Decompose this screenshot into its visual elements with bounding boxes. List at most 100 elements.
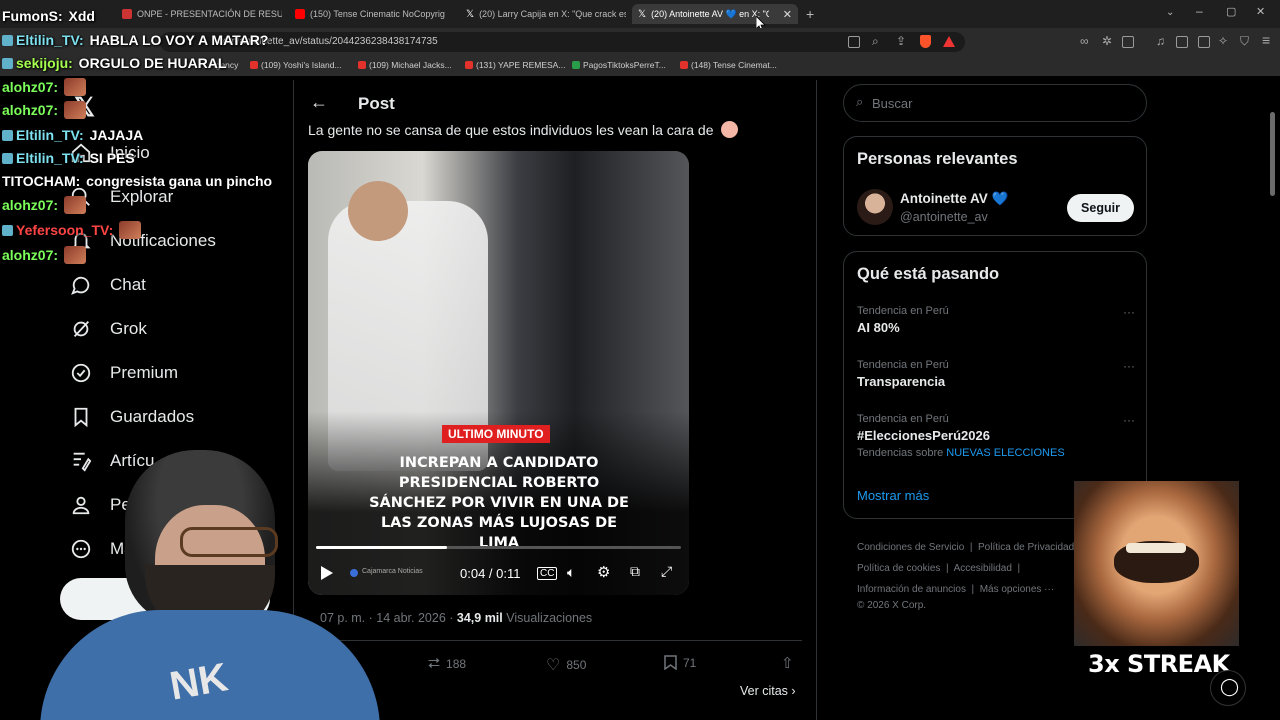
captions-icon[interactable]: CC xyxy=(537,567,558,580)
pip-icon[interactable]: ⧉ xyxy=(630,563,640,580)
more-options-icon[interactable]: ··· xyxy=(1123,305,1135,319)
nav-grok[interactable]: Grok xyxy=(70,318,147,340)
tab-larry[interactable]: 𝕏 (20) Larry Capija en X: "Que crack es xyxy=(466,4,626,24)
wallet2-icon[interactable] xyxy=(1198,36,1210,48)
browser-tab-bar: ONPE - PRESENTACIÓN DE RESULTA (150) Ten… xyxy=(0,0,1280,32)
chat-emote-icon xyxy=(64,196,87,214)
chat-badge-icon xyxy=(2,225,13,236)
trend-item[interactable]: Tendencia en Perú Transparencia ··· xyxy=(857,359,1137,389)
repost-icon: ⮂ xyxy=(428,655,441,672)
chat-text: HABLA LO VOY A MATAR? xyxy=(85,32,269,48)
chat-text: JAJAJA xyxy=(85,127,144,143)
trend-item[interactable]: Tendencia en Perú #EleccionesPerú2026 Te… xyxy=(857,413,1137,459)
avatar[interactable] xyxy=(857,189,893,225)
trend-context: Tendencia en Perú xyxy=(857,305,949,317)
youtube-icon xyxy=(680,61,688,69)
chat-message: alohz07: xyxy=(2,78,87,96)
tab-youtube[interactable]: (150) Tense Cinematic NoCopyrig xyxy=(295,4,445,24)
menu-icon[interactable]: ≡ xyxy=(1262,32,1270,48)
footer-link[interactable]: Política de Privacidad xyxy=(978,542,1074,553)
share-icon[interactable]: ⇧ xyxy=(781,654,794,672)
views-count: 34,9 mil xyxy=(456,611,503,625)
chat-text: Xdd xyxy=(64,8,95,24)
trend-name: Transparencia xyxy=(857,374,946,389)
zoom-icon[interactable]: ⌕ xyxy=(872,34,879,49)
relevant-people-title: Personas relevantes xyxy=(857,150,1018,168)
minimize-icon[interactable]: – xyxy=(1196,4,1203,18)
chat-message: Eltilin_TV: SI PES xyxy=(2,150,135,166)
fullscreen-icon[interactable]: ⤢ xyxy=(661,563,672,580)
brave-rewards-icon[interactable] xyxy=(943,36,955,47)
follow-button[interactable]: Seguir xyxy=(1067,194,1134,222)
nav-premium[interactable]: Premium xyxy=(70,362,178,384)
screenshot-icon[interactable] xyxy=(848,36,860,48)
view-quotes-link[interactable]: Ver citas › xyxy=(740,684,796,698)
chat-badge-icon xyxy=(2,153,13,164)
brave-shield-icon[interactable] xyxy=(920,35,931,48)
tab-onpe[interactable]: ONPE - PRESENTACIÓN DE RESULTA xyxy=(122,4,282,24)
search-box[interactable]: ⌕ Buscar xyxy=(843,84,1147,122)
tab-label: (20) Larry Capija en X: "Que crack es xyxy=(479,9,626,19)
bookmark-label: (131) YAPE REMESA... xyxy=(476,60,566,70)
nav-label: Guardados xyxy=(110,407,195,426)
scrollbar-thumb[interactable] xyxy=(1270,112,1275,196)
sidebar-icon[interactable] xyxy=(1176,36,1188,48)
bookmark-item[interactable]: (148) Tense Cinemat... xyxy=(680,60,777,70)
settings-gear-icon[interactable]: ⚙ xyxy=(597,563,610,581)
chat-text: SI PES xyxy=(85,150,135,166)
bookmark-item[interactable]: PagosTiktoksPerreT... xyxy=(572,60,666,70)
close-window-icon[interactable]: ✕ xyxy=(1256,5,1265,18)
extensions-puzzle-icon[interactable]: ✲ xyxy=(1102,34,1112,48)
footer-link[interactable]: Información de anuncios xyxy=(857,584,966,595)
youtube-icon xyxy=(358,61,366,69)
tab-antoinette[interactable]: 𝕏 (20) Antoinette AV 💙 en X: "Qu ✕ xyxy=(632,4,798,24)
close-tab-icon[interactable]: ✕ xyxy=(783,8,792,21)
bookmark-button[interactable]: 71 xyxy=(664,655,696,670)
nav-label: Explorar xyxy=(110,187,174,206)
trend-item[interactable]: Tendencia en Perú AI 80% ··· xyxy=(857,305,1137,335)
wallet-icon[interactable] xyxy=(1122,36,1134,48)
more-options-icon[interactable]: ··· xyxy=(1123,413,1135,427)
footer-link[interactable]: Accesibilidad xyxy=(954,563,1012,574)
new-tab-icon[interactable]: + xyxy=(806,6,814,22)
nav-label: Premium xyxy=(110,363,179,382)
messages-fab[interactable]: ◯ xyxy=(1210,670,1246,706)
bookmark-item[interactable]: (131) YAPE REMESA... xyxy=(465,60,565,70)
leo-ai-icon[interactable]: ✧ xyxy=(1218,34,1228,48)
tab-label: (20) Antoinette AV 💙 en X: "Qu xyxy=(651,8,770,19)
trend-related-link[interactable]: NUEVAS ELECCIONES xyxy=(946,447,1064,459)
chat-message: sekijoju: ORGULO DE HUARAL xyxy=(2,55,226,71)
bookmark-item[interactable]: (109) Yoshi's Island... xyxy=(250,60,342,70)
more-options-icon[interactable]: ··· xyxy=(1123,359,1135,373)
meme-overlay-image xyxy=(1074,481,1239,646)
show-more-link[interactable]: Mostrar más xyxy=(857,488,929,503)
relevant-people-card: Personas relevantes Antoinette AV 💙 @ant… xyxy=(843,136,1147,236)
extension-glasses-icon[interactable]: ∞ xyxy=(1080,34,1089,48)
volume-icon[interactable]: 🔈︎ xyxy=(567,564,575,581)
youtube-favicon-icon xyxy=(295,9,305,19)
tab-list-chevron-icon[interactable]: ⌄ xyxy=(1166,7,1174,18)
nav-chat[interactable]: Chat xyxy=(70,274,146,296)
vpn-icon[interactable]: ⛉ xyxy=(1240,34,1249,49)
maximize-icon[interactable]: ▢ xyxy=(1226,5,1236,18)
chat-message: Yefersoon_TV: xyxy=(2,221,142,239)
search-input[interactable]: Buscar xyxy=(872,96,912,111)
bookmark-item[interactable]: (109) Michael Jacks... xyxy=(358,60,452,70)
share-icon[interactable]: ⇪ xyxy=(896,34,906,48)
repost-button[interactable]: ⮂ 188 xyxy=(428,655,466,672)
back-arrow-icon[interactable]: ← xyxy=(310,92,328,113)
view-quotes-label: Ver citas xyxy=(740,684,788,698)
footer-link[interactable]: Política de cookies xyxy=(857,563,940,574)
footer-link[interactable]: Condiciones de Servicio xyxy=(857,542,964,553)
chat-username: TITOCHAM: xyxy=(2,173,81,189)
person-name[interactable]: Antoinette AV 💙 xyxy=(900,191,1008,207)
grok-icon xyxy=(73,321,90,337)
bookmark-label: (148) Tense Cinemat... xyxy=(691,60,777,70)
breaking-news-badge: ULTIMO MINUTO xyxy=(442,425,550,443)
trend-name: AI 80% xyxy=(857,320,900,335)
footer-link[interactable]: Más opciones ··· xyxy=(980,584,1054,595)
nav-bookmarks[interactable]: Guardados xyxy=(70,406,194,428)
verified-badge-icon xyxy=(71,363,91,383)
like-button[interactable]: ♡ 850 xyxy=(546,655,586,675)
media-icon[interactable]: ♫ xyxy=(1156,34,1165,48)
